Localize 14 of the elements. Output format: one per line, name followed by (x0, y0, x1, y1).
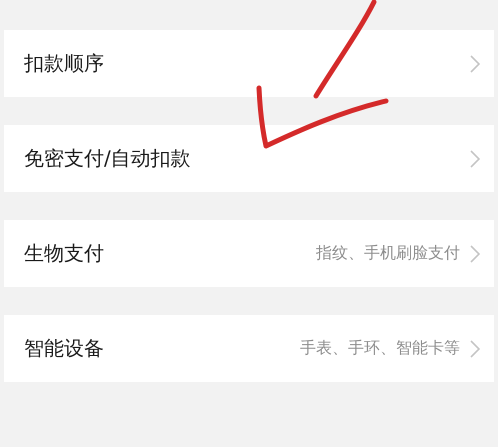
setting-label: 生物支付 (24, 240, 105, 267)
settings-row[interactable]: 智能设备 手表、手环、智能卡等 (4, 315, 494, 382)
settings-row[interactable]: 免密支付/自动扣款 (4, 125, 494, 192)
chevron-icon (470, 54, 480, 72)
setting-detail: 手表、手环、智能卡等 (300, 338, 460, 359)
settings-row[interactable]: 生物支付 指纹、手机刷脸支付 (4, 220, 494, 287)
chevron-icon (470, 150, 480, 168)
setting-label: 扣款顺序 (24, 50, 105, 77)
setting-label: 智能设备 (24, 335, 105, 362)
setting-detail: 指纹、手机刷脸支付 (316, 243, 460, 264)
chevron-icon (470, 244, 480, 262)
setting-label: 免密支付/自动扣款 (24, 145, 192, 172)
chevron-icon (470, 340, 480, 358)
settings-row[interactable]: 扣款顺序 (4, 30, 494, 97)
